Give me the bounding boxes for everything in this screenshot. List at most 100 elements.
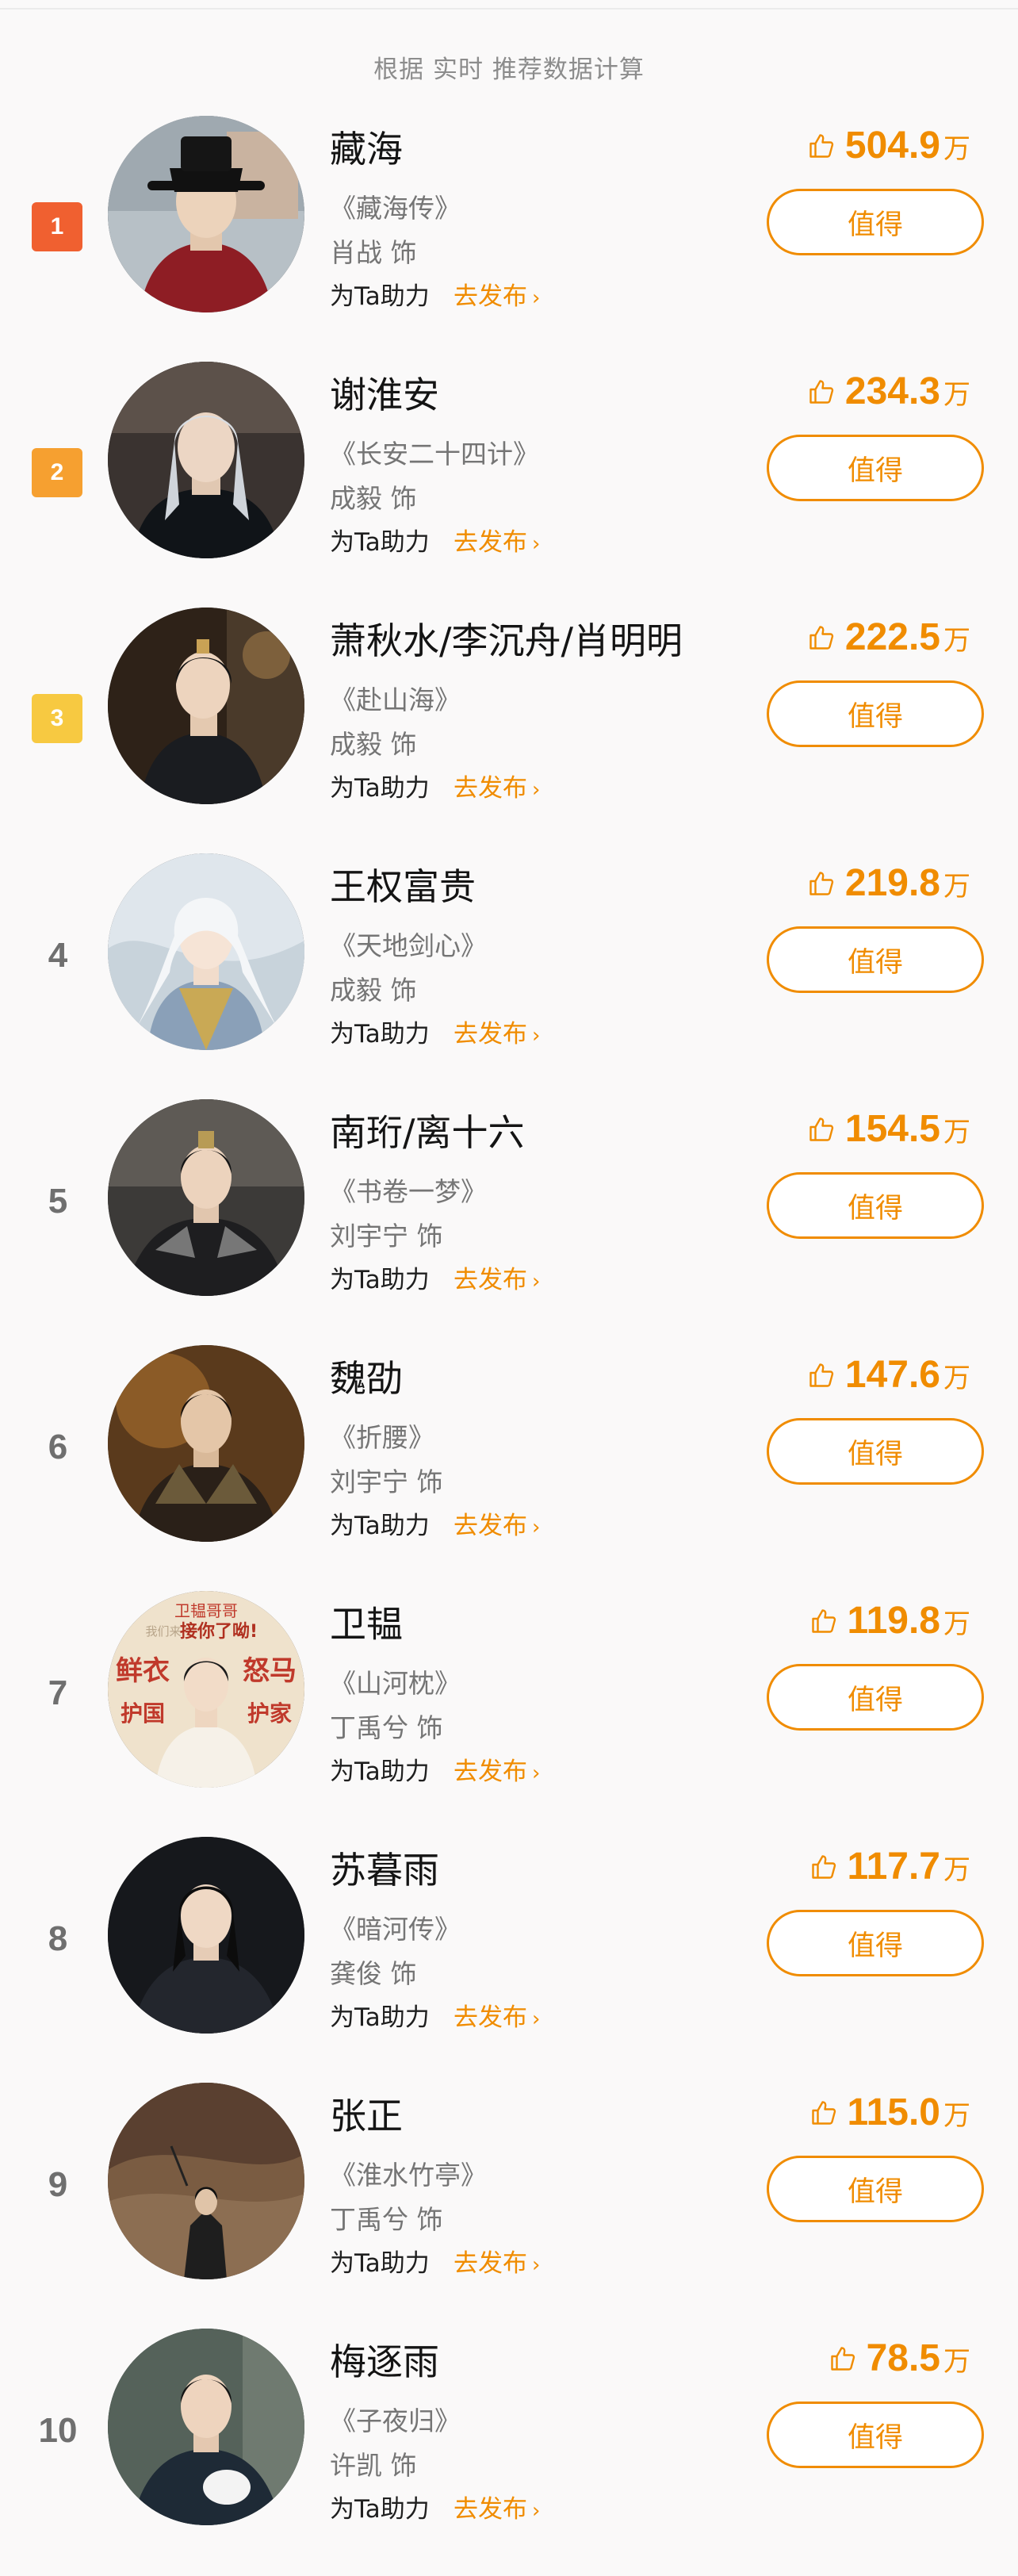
character-name: 苏暮雨 xyxy=(330,1849,439,1892)
publish-link[interactable]: 去发布 › xyxy=(454,276,540,312)
actor-name: 成毅 饰 xyxy=(330,975,417,1006)
worth-button[interactable]: 值得 xyxy=(767,1172,984,1239)
list-item[interactable]: 6 魏劭 《折腰》 刘宇宁 饰 为Ta助力 去发布 › 147.6 万 值得 xyxy=(0,1345,1018,1591)
like-value: 147.6 xyxy=(844,1354,940,1396)
drama-title: 《书卷一梦》 xyxy=(330,1176,487,1207)
like-unit: 万 xyxy=(943,2100,970,2132)
publish-label: 去发布 xyxy=(454,282,527,311)
worth-button[interactable]: 值得 xyxy=(767,189,984,255)
chevron-right-icon: › xyxy=(532,2007,541,2031)
actor-name: 成毅 饰 xyxy=(330,729,417,760)
avatar[interactable] xyxy=(108,2329,304,2525)
worth-button[interactable]: 值得 xyxy=(767,1910,984,1976)
worth-button[interactable]: 值得 xyxy=(767,926,984,993)
publish-link[interactable]: 去发布 › xyxy=(454,1505,540,1541)
drama-title: 《长安二十四计》 xyxy=(330,439,539,470)
publish-label: 去发布 xyxy=(454,1266,527,1294)
rank-number: 8 xyxy=(48,1919,68,1958)
actor-name: 龚俊 饰 xyxy=(330,1958,417,1989)
list-item[interactable]: 3 萧秋水/李沉舟/肖明明 《赴山海》 成毅 饰 为Ta助力 去发布 › 222.… xyxy=(0,608,1018,853)
character-name: 藏海 xyxy=(330,128,403,171)
list-item[interactable]: 2 谢淮安 《长安二十四计》 成毅 饰 为Ta助力 去发布 › 234.3 万 值得 xyxy=(0,362,1018,608)
like-count: 78.5 万 xyxy=(829,2336,970,2380)
rank-badge-gold: 1 xyxy=(32,202,82,251)
rank-number: 10 xyxy=(38,2411,78,2450)
publish-link[interactable]: 去发布 › xyxy=(454,1751,540,1787)
list-item[interactable]: 10 梅逐雨 《子夜归》 许凯 饰 为Ta助力 去发布 › 78.5 万 值得 xyxy=(0,2329,1018,2574)
like-count: 222.5 万 xyxy=(807,615,970,659)
worth-button[interactable]: 值得 xyxy=(767,1418,984,1485)
like-value: 234.3 xyxy=(844,370,940,412)
character-name: 张正 xyxy=(330,2095,403,2137)
publish-link[interactable]: 去发布 › xyxy=(454,522,540,558)
help-label: 为Ta助力 xyxy=(330,528,430,557)
help-label: 为Ta助力 xyxy=(330,2003,430,2032)
thumbs-up-icon xyxy=(809,625,834,650)
chevron-right-icon: › xyxy=(532,1761,541,1785)
like-value: 78.5 xyxy=(866,2337,940,2379)
ranking-list: 1 藏海 《藏海传》 肖战 饰 为Ta助力 去发布 › 504.9 万 值得 2… xyxy=(0,116,1018,2574)
like-count: 154.5 万 xyxy=(807,1107,970,1151)
avatar[interactable]: 卫韫哥哥 我们来 接你了呦! 鲜衣 怒马 护国 护家 xyxy=(108,1591,304,1788)
publish-link[interactable]: 去发布 › xyxy=(454,1259,540,1295)
worth-button[interactable]: 值得 xyxy=(767,435,984,501)
help-label: 为Ta助力 xyxy=(330,282,430,311)
publish-link[interactable]: 去发布 › xyxy=(454,2243,540,2279)
like-unit: 万 xyxy=(943,871,970,903)
actor-name: 刘宇宁 饰 xyxy=(330,1466,443,1497)
chevron-right-icon: › xyxy=(532,1270,541,1294)
list-item[interactable]: 1 藏海 《藏海传》 肖战 饰 为Ta助力 去发布 › 504.9 万 值得 xyxy=(0,116,1018,362)
worth-button[interactable]: 值得 xyxy=(767,2402,984,2468)
like-value: 222.5 xyxy=(844,616,940,658)
publish-label: 去发布 xyxy=(454,2495,527,2524)
drama-title: 《暗河传》 xyxy=(330,1914,461,1945)
list-item[interactable]: 8 苏暮雨 《暗河传》 龚俊 饰 为Ta助力 去发布 › 117.7 万 值得 xyxy=(0,1837,1018,2083)
like-count: 117.7 万 xyxy=(809,1845,970,1888)
avatar[interactable] xyxy=(108,116,304,312)
thumbs-up-icon xyxy=(809,1117,834,1141)
avatar[interactable] xyxy=(108,362,304,558)
publish-link[interactable]: 去发布 › xyxy=(454,2489,540,2524)
actor-name: 刘宇宁 饰 xyxy=(330,1221,443,1252)
avatar[interactable] xyxy=(108,1837,304,2034)
publish-link[interactable]: 去发布 › xyxy=(454,768,540,803)
like-count: 147.6 万 xyxy=(807,1353,970,1397)
svg-text:鲜衣: 鲜衣 xyxy=(116,1655,170,1687)
avatar[interactable] xyxy=(108,1099,304,1296)
like-value: 119.8 xyxy=(847,1600,940,1642)
worth-button[interactable]: 值得 xyxy=(767,2156,984,2222)
like-unit: 万 xyxy=(943,625,970,657)
avatar[interactable] xyxy=(108,853,304,1050)
like-unit: 万 xyxy=(943,379,970,411)
avatar[interactable] xyxy=(108,2083,304,2279)
actor-name: 丁禹兮 饰 xyxy=(330,1712,443,1743)
list-item[interactable]: 5 南珩/离十六 《书卷一梦》 刘宇宁 饰 为Ta助力 去发布 › 154.5 万 … xyxy=(0,1099,1018,1345)
avatar[interactable] xyxy=(108,608,304,804)
avatar[interactable] xyxy=(108,1345,304,1542)
rank-number: 5 xyxy=(48,1182,68,1221)
worth-button[interactable]: 值得 xyxy=(767,680,984,747)
chevron-right-icon: › xyxy=(532,286,541,310)
publish-link[interactable]: 去发布 › xyxy=(454,1997,540,2033)
list-item[interactable]: 4 王权富贵 《天地剑心》 成毅 饰 为Ta助力 去发布 › 219.8 万 值得 xyxy=(0,853,1018,1099)
drama-title: 《淮水竹亭》 xyxy=(330,2160,487,2191)
thumbs-up-icon xyxy=(809,871,834,895)
publish-link[interactable]: 去发布 › xyxy=(454,1014,540,1049)
like-unit: 万 xyxy=(943,133,970,165)
chevron-right-icon: › xyxy=(532,2499,541,2523)
like-unit: 万 xyxy=(943,1363,970,1394)
rank-badge-silver: 2 xyxy=(32,448,82,497)
like-count: 504.9 万 xyxy=(807,124,970,167)
rank-number: 6 xyxy=(48,1428,68,1466)
drama-title: 《藏海传》 xyxy=(330,193,461,224)
like-unit: 万 xyxy=(943,1608,970,1640)
thumbs-up-icon xyxy=(811,1854,836,1879)
worth-button[interactable]: 值得 xyxy=(767,1664,984,1731)
actor-name: 成毅 饰 xyxy=(330,483,417,514)
list-item[interactable]: 9 张正 《淮水竹亭》 丁禹兮 饰 为Ta助力 去发布 › 115.0 万 值得 xyxy=(0,2083,1018,2329)
help-label: 为Ta助力 xyxy=(330,1512,430,1540)
publish-label: 去发布 xyxy=(454,1020,527,1048)
actor-name: 肖战 饰 xyxy=(330,237,417,268)
list-item[interactable]: 7 卫韫哥哥 我们来 接你了呦! 鲜衣 怒马 护国 护家 卫韫 《山河枕》 丁禹… xyxy=(0,1591,1018,1837)
drama-title: 《天地剑心》 xyxy=(330,930,487,961)
